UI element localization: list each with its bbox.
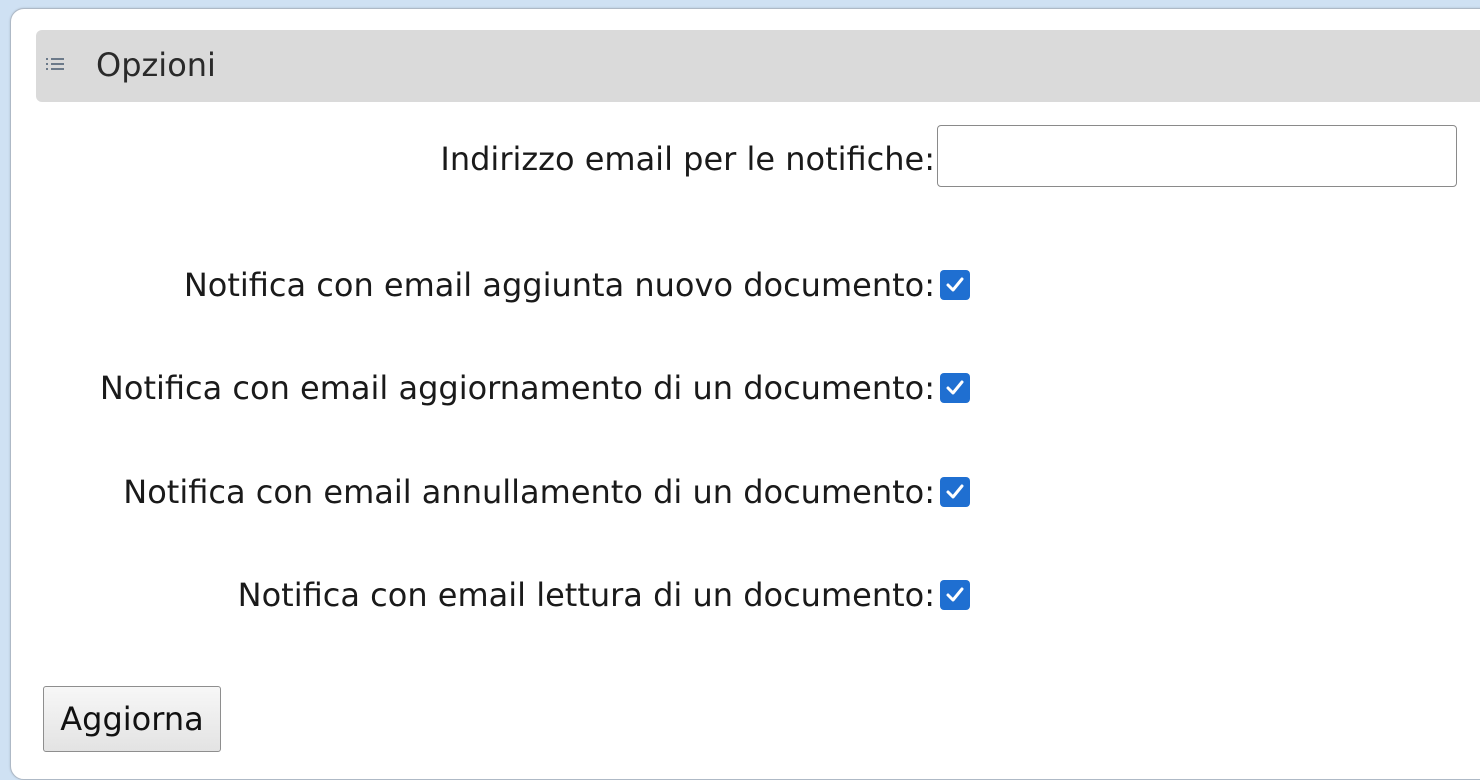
email-field[interactable] (937, 125, 1457, 187)
section-header: Opzioni (36, 30, 1480, 102)
check-icon (946, 484, 964, 499)
option-label-read-document: Notifica con email lettura di un documen… (237, 576, 935, 614)
list-icon (46, 58, 64, 72)
section-title: Opzioni (96, 46, 216, 84)
option-label-update-document: Notifica con email aggiornamento di un d… (99, 369, 935, 407)
option-label-cancel-document: Notifica con email annullamento di un do… (123, 473, 935, 511)
checkbox-new-document[interactable] (940, 270, 970, 300)
check-icon (946, 277, 964, 292)
checkbox-read-document[interactable] (940, 580, 970, 610)
update-button[interactable]: Aggiorna (43, 686, 221, 752)
option-label-new-document: Notifica con email aggiunta nuovo docume… (183, 266, 935, 304)
checkbox-update-document[interactable] (940, 373, 970, 403)
check-icon (946, 380, 964, 395)
email-label: Indirizzo email per le notifiche: (440, 140, 935, 178)
check-icon (946, 587, 964, 602)
checkbox-cancel-document[interactable] (940, 477, 970, 507)
